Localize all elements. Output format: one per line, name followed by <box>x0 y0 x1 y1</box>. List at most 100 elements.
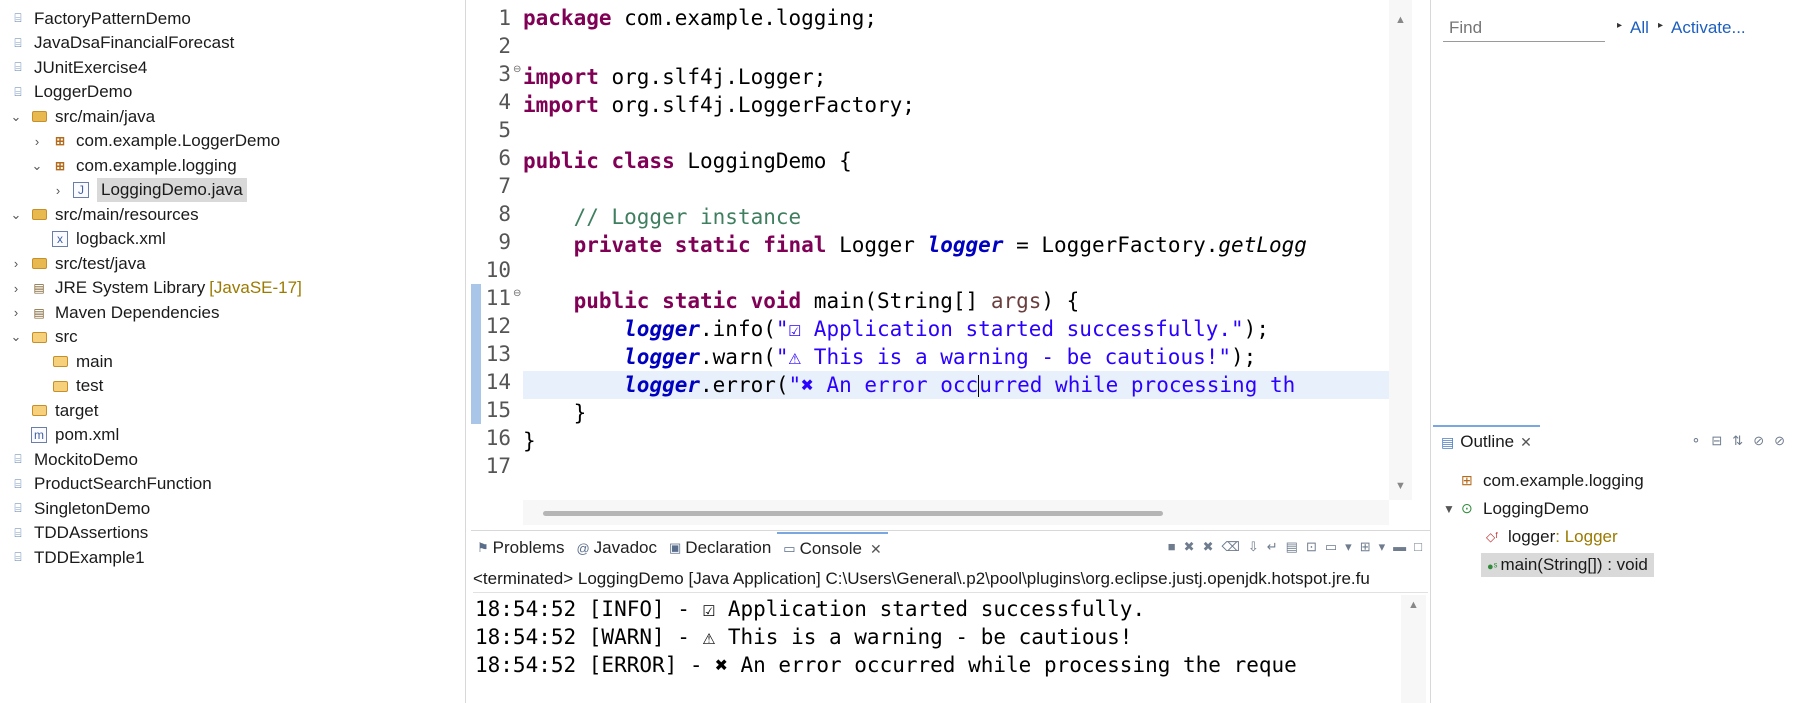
horizontal-scroll-thumb[interactable] <box>543 511 1163 516</box>
chevron-right-icon[interactable]: › <box>0 452 2 467</box>
line-number: 5 <box>498 118 511 142</box>
tree-item[interactable]: x logback.xml <box>30 226 166 253</box>
word-wrap-icon[interactable]: ↵ <box>1267 539 1278 555</box>
chevron-right-icon[interactable]: › <box>9 305 23 320</box>
tree-item[interactable]: › J LoggingDemo.java <box>51 177 247 204</box>
project-icon: ⌸ <box>14 476 22 491</box>
find-input[interactable] <box>1443 14 1605 42</box>
editor-horizontal-scrollbar[interactable] <box>523 500 1389 525</box>
tab-outline[interactable]: ▤ Outline ✕ <box>1433 425 1540 457</box>
hide-fields-icon[interactable]: ⊘ <box>1753 433 1764 449</box>
chevron-right-icon[interactable]: › <box>9 281 23 296</box>
tree-item[interactable]: › ⌸ MockitoDemo <box>0 446 138 473</box>
tab-label: Console <box>799 539 862 558</box>
chevron-right-icon[interactable]: › <box>0 11 2 26</box>
chevron-down-icon[interactable]: ▾ <box>1379 539 1386 555</box>
code-area[interactable]: package com.example.logging; import org.… <box>523 0 1389 500</box>
outline-item-method[interactable]: ●ˢ main(String[]) : void <box>1481 551 1654 578</box>
chevron-right-icon[interactable]: › <box>30 134 44 149</box>
tree-item[interactable]: ⌄ ⌸ LoggerDemo <box>0 79 132 106</box>
chevron-down-icon[interactable]: ⌄ <box>9 109 23 125</box>
chevron-right-icon[interactable]: › <box>0 477 2 492</box>
chevron-down-icon[interactable]: ⌄ <box>9 329 23 345</box>
library-icon: ▤ <box>33 305 45 320</box>
chevron-right-icon[interactable]: › <box>0 526 2 541</box>
tree-item[interactable]: › src/test/java <box>9 250 146 277</box>
focus-icon[interactable]: ⚬ <box>1690 433 1701 449</box>
console-line: 18:54:52 [WARN] - ⚠ This is a warning - … <box>475 625 1133 649</box>
project-icon: ⌸ <box>14 525 22 540</box>
sort-icon[interactable]: ⇅ <box>1732 433 1743 449</box>
tree-item[interactable]: › ▤ JRE System Library [JavaSE-17] <box>9 275 302 302</box>
chevron-right-icon[interactable]: › <box>0 501 2 516</box>
tree-item[interactable]: target <box>9 397 98 424</box>
outline-item-type: : Logger <box>1555 526 1618 546</box>
tree-item[interactable]: ⌄ src/main/resources <box>9 201 199 228</box>
tree-item[interactable]: test <box>30 373 103 400</box>
collapse-all-icon[interactable]: ⊟ <box>1711 433 1722 449</box>
chevron-right-icon[interactable]: › <box>9 256 23 271</box>
fold-toggle-icon[interactable]: ⊖ <box>513 64 523 75</box>
show-on-output-icon[interactable]: ▤ <box>1286 539 1298 555</box>
console-output[interactable]: 18:54:52 [INFO] - ☑ Application started … <box>475 595 1395 703</box>
chevron-right-icon[interactable]: › <box>0 60 2 75</box>
remove-launch-icon[interactable]: ✖ <box>1184 539 1195 555</box>
code-editor[interactable]: 1 2 3 ⊖ 4 5 6 7 8 9 10 11 ⊖ 12 13 14 15 16 17 package com.… <box>471 0 1412 525</box>
chevron-down-icon[interactable]: ⌄ <box>0 84 2 100</box>
scroll-lock-icon[interactable]: ⇩ <box>1248 539 1259 555</box>
project-icon: ⌸ <box>14 452 22 466</box>
outline-item-class[interactable]: ▼ ⊙ LoggingDemo <box>1443 495 1589 522</box>
chevron-right-icon[interactable]: › <box>0 550 2 565</box>
pin-console-icon[interactable]: ⊡ <box>1306 539 1317 555</box>
chevron-down-icon[interactable]: ⌄ <box>30 158 44 174</box>
tree-item-label: src <box>55 327 78 346</box>
minimize-icon[interactable]: ▬ <box>1393 539 1406 555</box>
hide-static-icon[interactable]: ⊘ <box>1774 433 1785 449</box>
maximize-icon[interactable]: □ <box>1414 539 1422 555</box>
close-icon[interactable]: ✕ <box>1520 434 1532 451</box>
console-vertical-scrollbar[interactable]: ▲ <box>1401 595 1426 703</box>
terminate-icon[interactable]: ■ <box>1168 539 1176 555</box>
outline-item-package[interactable]: ⊞ com.example.logging <box>1461 467 1644 494</box>
tree-item-label: MockitoDemo <box>34 449 138 469</box>
tree-item[interactable]: › ⌸ ProductSearchFunction <box>0 471 211 498</box>
tree-item[interactable]: › ⌸ TDDAssertions <box>0 520 148 547</box>
display-console-icon[interactable]: ▭ <box>1325 539 1337 555</box>
outline-item-field[interactable]: ◇ᶠ logger : Logger <box>1486 523 1618 550</box>
remove-all-icon[interactable]: ✖ <box>1203 539 1214 555</box>
tree-item[interactable]: › ⌸ SingletonDemo <box>0 495 150 522</box>
activate-link[interactable]: Activate... <box>1671 18 1746 38</box>
new-console-icon[interactable]: ⊞ <box>1360 539 1371 555</box>
tree-item[interactable]: ⌄ src/main/java <box>9 103 156 130</box>
find-all-link[interactable]: All <box>1630 18 1649 38</box>
editor-vertical-scrollbar[interactable]: ▲ ▼ <box>1389 0 1412 500</box>
chevron-down-icon[interactable]: ▾ <box>1345 539 1352 555</box>
scroll-up-arrow-icon[interactable]: ▲ <box>1395 14 1406 26</box>
tab-javadoc[interactable]: @ Javadoc <box>570 532 663 564</box>
tree-item[interactable]: m pom.xml <box>9 422 119 449</box>
tree-item[interactable]: › ⌸ JUnitExercise4 <box>0 54 147 81</box>
tree-item[interactable]: › ⌸ TDDExample1 <box>0 544 144 571</box>
scroll-down-arrow-icon[interactable]: ▼ <box>1395 480 1406 492</box>
tab-console[interactable]: ▭ Console ✕ <box>777 532 888 564</box>
outline-selected-item: ●ˢ main(String[]) : void <box>1481 552 1654 577</box>
tree-item[interactable]: ⌄ ⊞ com.example.logging <box>30 152 237 179</box>
maven-file-icon: m <box>31 427 47 443</box>
tab-problems[interactable]: ⚑ Problems <box>471 532 570 564</box>
scroll-up-arrow-icon[interactable]: ▲ <box>1408 599 1419 611</box>
line-number: 9 <box>498 230 511 254</box>
fold-toggle-icon[interactable]: ⊖ <box>513 288 523 299</box>
tree-item[interactable]: ⌄ src <box>9 324 78 351</box>
chevron-right-icon[interactable]: › <box>51 183 65 198</box>
clear-console-icon[interactable]: ⌫ <box>1221 539 1239 555</box>
chevron-down-icon[interactable]: ▼ <box>1443 502 1461 516</box>
chevron-down-icon[interactable]: ⌄ <box>9 207 23 223</box>
tree-item[interactable]: › ⌸ JavaDsaFinancialForecast <box>0 30 234 57</box>
tree-item[interactable]: › ⊞ com.example.LoggerDemo <box>30 128 280 155</box>
tree-item[interactable]: › ⌸ FactoryPatternDemo <box>0 5 190 32</box>
close-icon[interactable]: ✕ <box>870 541 882 558</box>
tree-item[interactable]: main <box>30 348 113 375</box>
chevron-right-icon[interactable]: › <box>0 36 2 51</box>
tab-declaration[interactable]: ▣ Declaration <box>663 532 777 564</box>
tree-item[interactable]: › ▤ Maven Dependencies <box>9 299 220 326</box>
